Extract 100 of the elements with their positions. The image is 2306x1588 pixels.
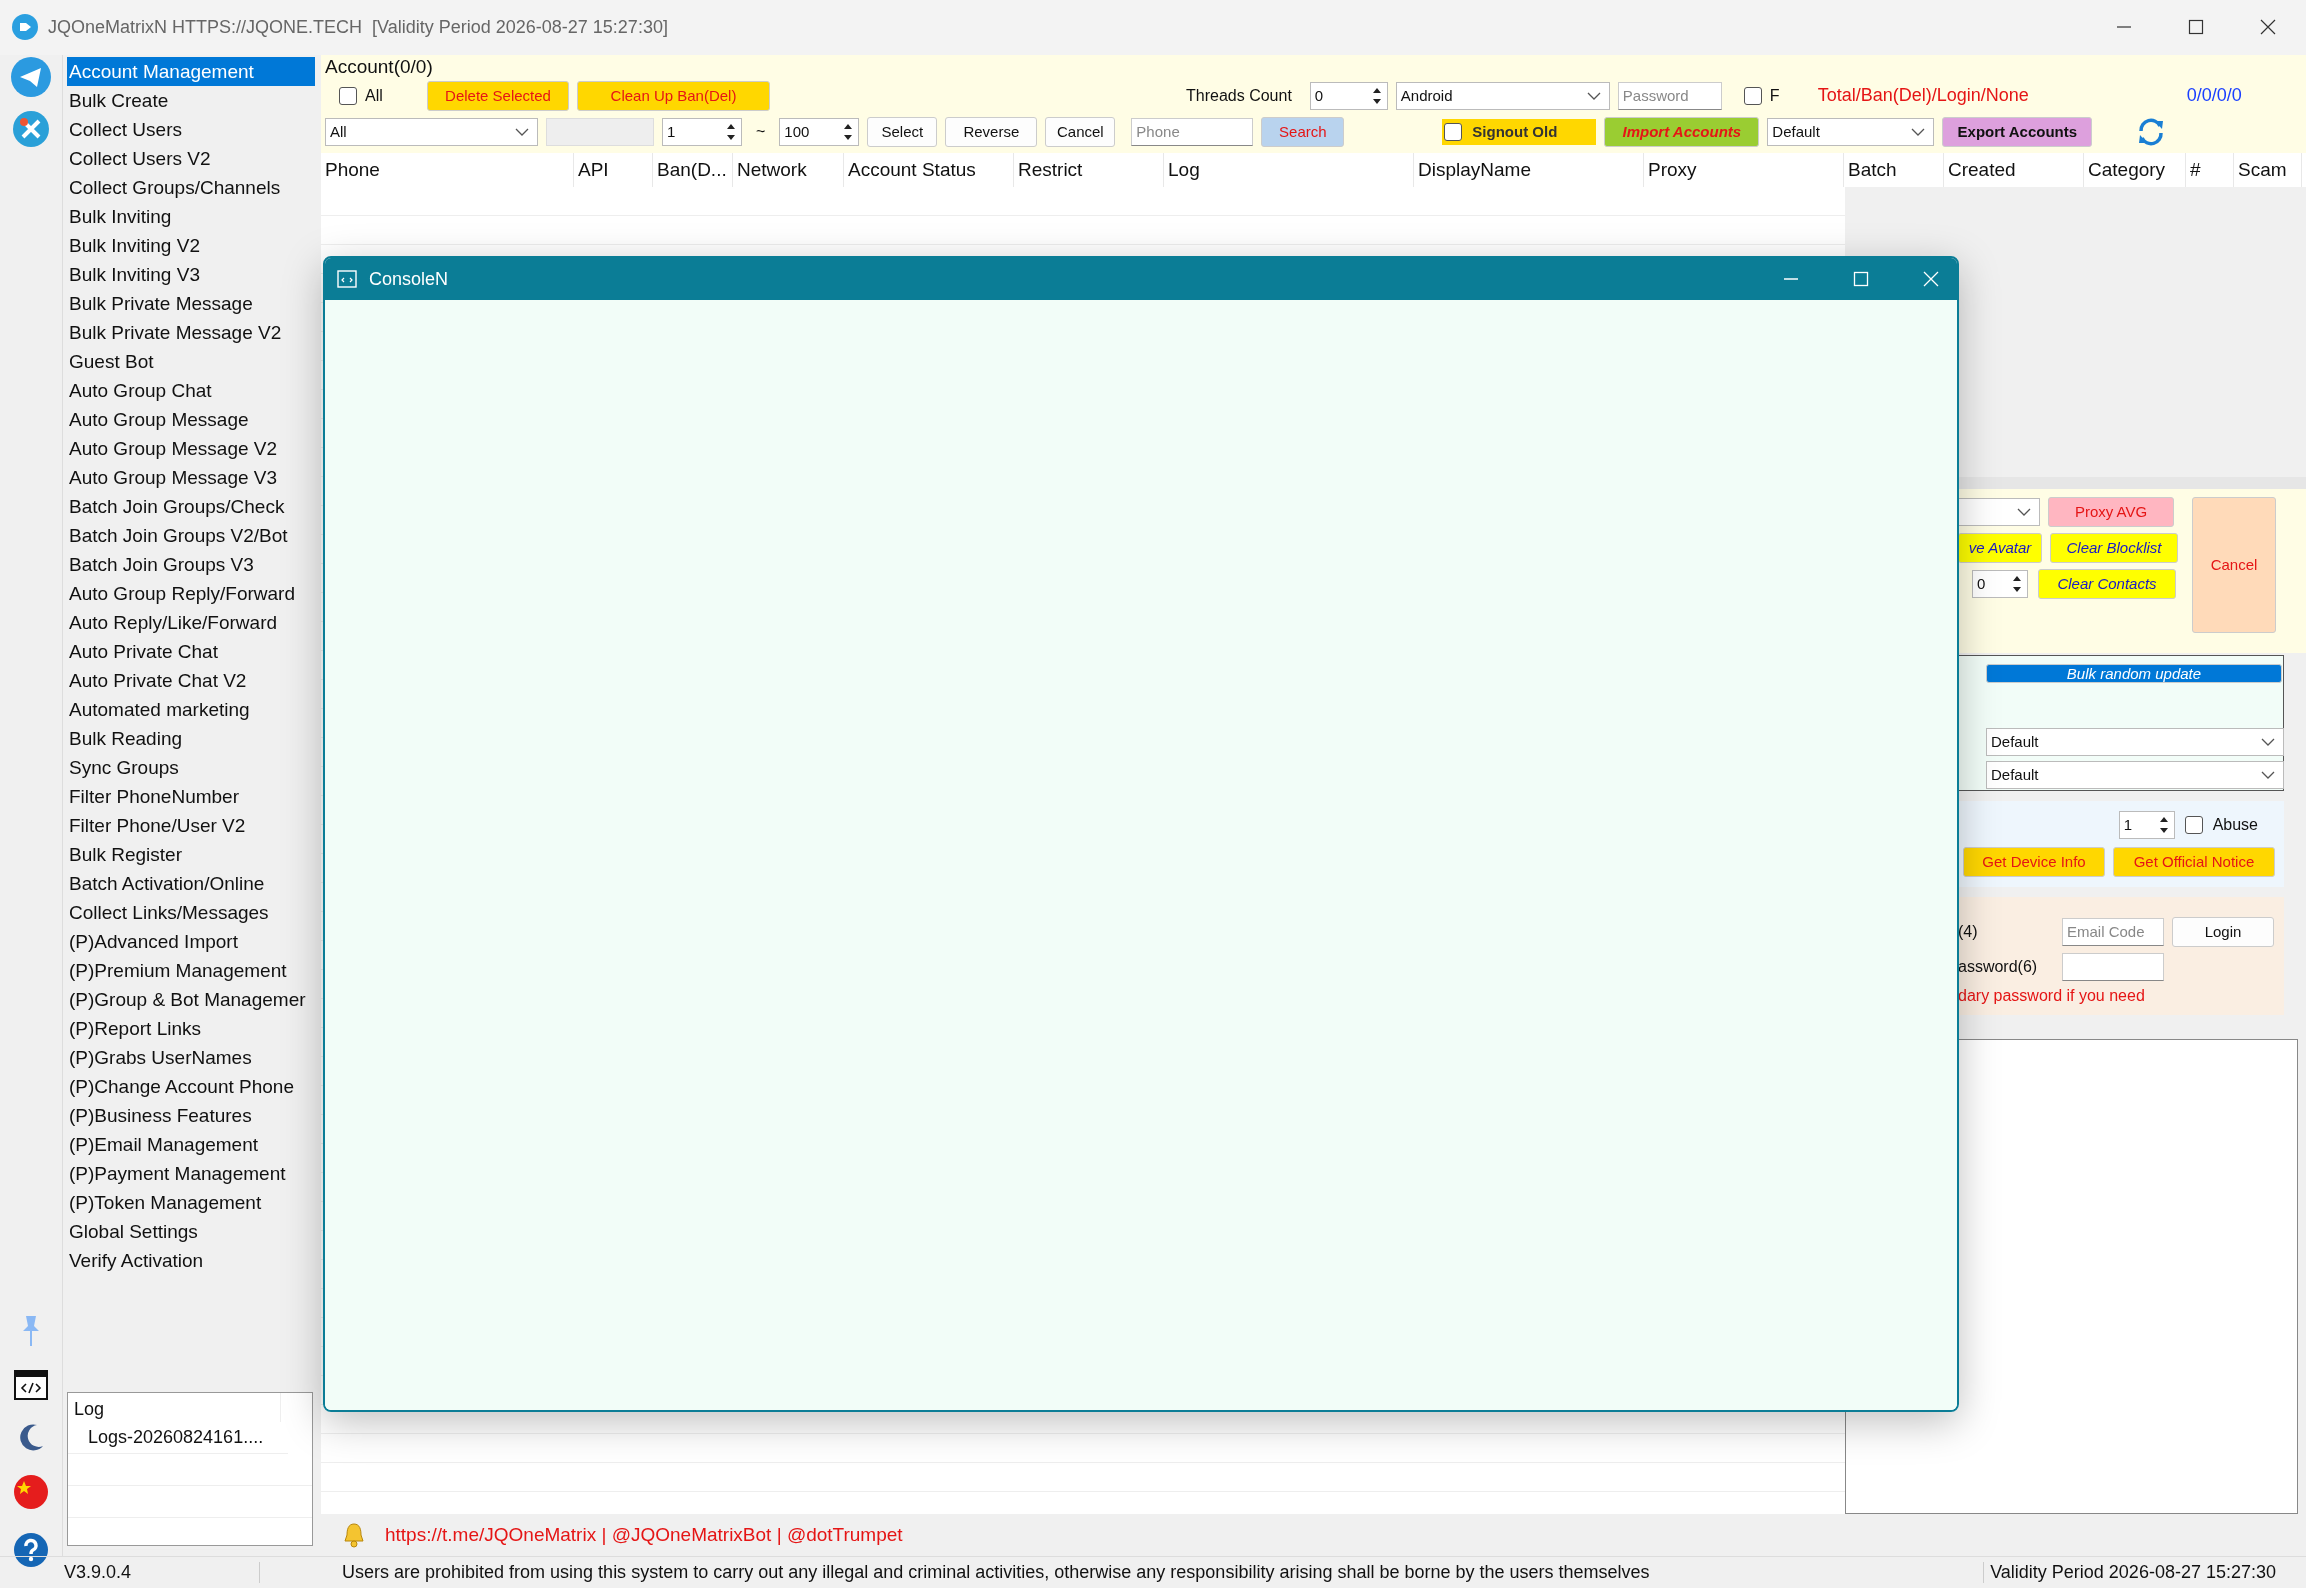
- sidebar-item[interactable]: Collect Users V2: [67, 143, 315, 173]
- signout-old-toggle[interactable]: Signout Old: [1442, 118, 1597, 145]
- console-icon[interactable]: [14, 1370, 48, 1400]
- sidebar-item[interactable]: Filter PhoneNumber: [67, 781, 315, 811]
- column-header[interactable]: DisplayName: [1414, 152, 1644, 187]
- number-spinner[interactable]: 100: [779, 117, 860, 146]
- sidebar-item[interactable]: Auto Private Chat V2: [67, 665, 315, 695]
- sidebar-item[interactable]: Bulk Register: [67, 839, 315, 869]
- sidebar-item[interactable]: Batch Join Groups/Check: [67, 491, 315, 521]
- app-logo-icon[interactable]: [12, 14, 38, 41]
- checkbox[interactable]: [1743, 86, 1762, 105]
- number-spinner[interactable]: 1: [662, 117, 742, 146]
- chevron-icon[interactable]: [2261, 737, 2275, 746]
- filter-dropdown[interactable]: All: [325, 117, 538, 146]
- email-code-field[interactable]: Email Code: [2062, 917, 2164, 946]
- sidebar-item[interactable]: Automated marketing: [67, 694, 315, 724]
- sidebar-item[interactable]: Auto Group Message V3: [67, 462, 315, 492]
- sidebar-item[interactable]: (P)Group & Bot Managemer: [67, 984, 315, 1014]
- help-icon[interactable]: [13, 1532, 49, 1568]
- flag-icon[interactable]: [13, 1474, 49, 1510]
- category-dropdown[interactable]: Default: [1767, 117, 1935, 146]
- sidebar-item[interactable]: (P)Premium Management: [67, 955, 315, 985]
- clear-contacts-button[interactable]: Clear Contacts: [2038, 568, 2176, 599]
- sidebar-item[interactable]: Account Management: [67, 56, 315, 86]
- number-spinner[interactable]: 0: [1309, 81, 1388, 110]
- sidebar-item[interactable]: Bulk Reading: [67, 723, 315, 753]
- cancel-button[interactable]: Cancel: [2192, 496, 2276, 633]
- column-header[interactable]: Batch: [1844, 152, 1944, 187]
- sidebar-item[interactable]: Collect Links/Messages: [67, 897, 315, 927]
- sidebar-item[interactable]: Bulk Inviting V3: [67, 259, 315, 289]
- sidebar-item[interactable]: Auto Group Reply/Forward: [67, 578, 315, 608]
- sidebar-item[interactable]: (P)Payment Management: [67, 1158, 315, 1188]
- device-dropdown[interactable]: Android: [1395, 81, 1610, 110]
- moon-icon[interactable]: [17, 1422, 45, 1452]
- column-header[interactable]: Network: [733, 152, 844, 187]
- chevron-icon[interactable]: [1586, 91, 1601, 100]
- password-field[interactable]: Password: [1617, 81, 1722, 110]
- cancel-button[interactable]: Cancel: [1045, 116, 1116, 147]
- sidebar-item[interactable]: Batch Join Groups V3: [67, 549, 315, 579]
- number-spinner[interactable]: 1: [2118, 810, 2175, 839]
- sidebar-item[interactable]: Auto Reply/Like/Forward: [67, 607, 315, 637]
- tools-icon[interactable]: [13, 110, 49, 147]
- sidebar-item[interactable]: Guest Bot: [67, 346, 315, 376]
- sidebar-item[interactable]: Auto Private Chat: [67, 636, 315, 666]
- checkbox[interactable]: [339, 86, 357, 105]
- checkbox[interactable]: [1444, 122, 1463, 141]
- sidebar-item[interactable]: (P)Business Features: [67, 1100, 315, 1130]
- sidebar-item[interactable]: Filter Phone/User V2: [67, 810, 315, 840]
- avatar-button[interactable]: ve Avatar: [1958, 532, 2042, 563]
- sidebar-item[interactable]: (P)Change Account Phone: [67, 1071, 315, 1101]
- links-text[interactable]: https://t.me/JQOneMatrix | @JQOneMatrixBot | @dotTrumpet: [385, 1524, 903, 1546]
- password-field[interactable]: [2062, 952, 2164, 981]
- sidebar-item[interactable]: Batch Activation/Online: [67, 868, 315, 898]
- chevron-icon[interactable]: [1911, 127, 1926, 136]
- close-icon[interactable]: [2260, 19, 2276, 36]
- sidebar-item[interactable]: Bulk Private Message V2: [67, 317, 315, 347]
- sidebar-item[interactable]: Auto Group Message V2: [67, 433, 315, 463]
- column-header[interactable]: Ban(D...: [653, 152, 733, 187]
- sidebar-item[interactable]: (P)Report Links: [67, 1013, 315, 1043]
- export-accounts-button[interactable]: Export Accounts: [1942, 116, 2093, 147]
- reverse-button[interactable]: Reverse: [945, 116, 1038, 147]
- column-header[interactable]: #: [2186, 152, 2234, 187]
- sidebar-item[interactable]: Bulk Inviting: [67, 201, 315, 231]
- sidebar-item[interactable]: Sync Groups: [67, 752, 315, 782]
- column-header[interactable]: Category: [2084, 152, 2186, 187]
- column-header[interactable]: Account Status: [844, 152, 1014, 187]
- sidebar-item[interactable]: (P)Grabs UserNames: [67, 1042, 315, 1072]
- login-button[interactable]: Login: [2172, 916, 2274, 947]
- sidebar-item[interactable]: Verify Activation: [67, 1245, 315, 1275]
- log-file-item[interactable]: Logs-20260824161....: [68, 1422, 288, 1454]
- sidebar-item[interactable]: Bulk Private Message: [67, 288, 315, 318]
- chevron-icon[interactable]: [2017, 507, 2031, 516]
- sidebar-item[interactable]: Collect Groups/Channels: [67, 172, 315, 202]
- column-header[interactable]: Restrict: [1014, 152, 1164, 187]
- column-header[interactable]: API: [574, 152, 653, 187]
- sidebar-item[interactable]: Auto Group Message: [67, 404, 315, 434]
- profile-dropdown[interactable]: Default: [1986, 727, 2284, 756]
- checkbox[interactable]: [2184, 815, 2203, 834]
- sidebar-item[interactable]: (P)Token Management: [67, 1187, 315, 1217]
- select-button[interactable]: Select: [867, 116, 938, 147]
- bell-icon[interactable]: [343, 1522, 365, 1548]
- sidebar-item[interactable]: Bulk Create: [67, 85, 315, 115]
- sidebar-item[interactable]: Auto Group Chat: [67, 375, 315, 405]
- clear-blocklist-button[interactable]: Clear Blocklist: [2050, 532, 2178, 563]
- paper-plane-icon[interactable]: [11, 56, 51, 97]
- chevron-icon[interactable]: [2261, 770, 2275, 779]
- column-header[interactable]: Proxy: [1644, 152, 1844, 187]
- sidebar-item[interactable]: (P)Advanced Import: [67, 926, 315, 956]
- sidebar-item[interactable]: (P)Email Management: [67, 1129, 315, 1159]
- number-spinner[interactable]: 0: [1972, 569, 2028, 598]
- column-header[interactable]: Phone: [321, 152, 574, 187]
- chevron-icon[interactable]: [515, 127, 529, 136]
- column-header[interactable]: Log: [1164, 152, 1414, 187]
- bulk-random-update-button[interactable]: Bulk random update: [1986, 663, 2282, 683]
- sidebar-item[interactable]: Global Settings: [67, 1216, 315, 1246]
- maximize-icon[interactable]: [2188, 19, 2204, 36]
- column-header[interactable]: Created: [1944, 152, 2084, 187]
- sidebar-item[interactable]: Collect Users: [67, 114, 315, 144]
- sidebar-item[interactable]: Bulk Inviting V2: [67, 230, 315, 260]
- phone-field[interactable]: Phone: [1131, 117, 1254, 146]
